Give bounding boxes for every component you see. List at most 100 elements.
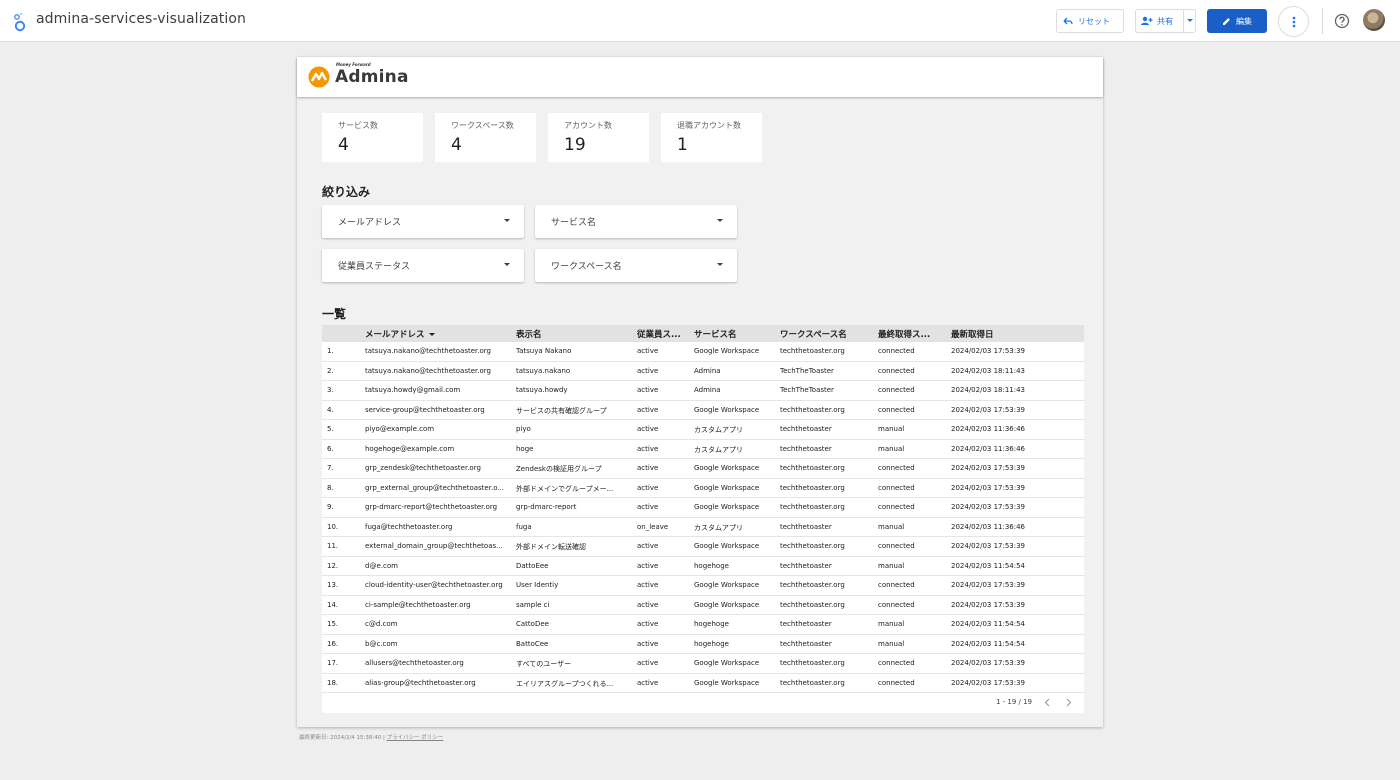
filter-workspace-name[interactable]: ワークスペース名 [535,249,737,282]
fetch-status-cell: connected [878,386,915,394]
column-header-service-name[interactable]: サービス名 [694,328,774,340]
next-page-button[interactable] [1062,695,1076,709]
email-cell: d@e.com [365,561,398,570]
table-row[interactable]: 5. piyo@example.com piyo active カスタムアプリ techt… [322,420,1084,440]
table-row[interactable]: 9. grp-dmarc-report@techthetoaster.org grp… [322,498,1084,518]
looker-studio-logo-icon[interactable] [12,12,28,32]
table-row[interactable]: 4. service-group@techthetoaster.org サービスの共… [322,401,1084,420]
display-name-cell: hoge [516,444,534,453]
service-name-cell: Google Workspace [694,405,760,414]
sort-desc-icon [428,333,435,336]
column-header-email[interactable]: メールアドレス [365,328,505,340]
report-header: Money Forward Admina [297,57,1103,97]
share-button[interactable]: 共有 [1135,9,1196,33]
dropdown-caret-icon [504,219,510,222]
filter-section-title: 絞り込み [322,185,371,199]
employee-status-cell: active [637,483,659,492]
workspace-name-cell: techthetoaster.org [780,405,845,414]
reset-label: リセット [1078,16,1110,26]
admina-logo-icon [308,66,330,88]
table-row[interactable]: 13. cloud-identity-user@techthetoaster.or… [322,576,1084,596]
email-cell: b@c.com [365,639,398,648]
table-row[interactable]: 11. external_domain_group@techthetoas... 外… [322,537,1084,557]
account-avatar[interactable] [1363,9,1385,31]
service-name-cell: Google Workspace [694,483,760,492]
table-row[interactable]: 1. tatsuya.nakano@techthetoaster.org Tatsu… [322,342,1084,362]
fetch-date-cell: 2024/02/03 11:36:46 [951,444,1026,453]
service-name-cell: Google Workspace [694,347,760,355]
table-row[interactable]: 10. fuga@techthetoaster.org fuga on_leave カス… [322,518,1084,537]
workspace-name-cell: TechTheToaster [780,386,834,394]
column-header-last-fetch-status[interactable]: 最終取得ス... [878,328,944,340]
reset-button[interactable]: リセット [1056,9,1124,33]
table-row[interactable]: 6. hogehoge@example.com hoge active カスタムアプリ t… [322,440,1084,459]
row-number: 9. [327,503,334,511]
display-name-cell: サービスの共有確認グループ [516,406,607,415]
workspace-name-cell: techthetoaster.org [780,600,845,609]
table-row[interactable]: 12. d@e.com DattoEee active hogehoge techthet… [322,557,1084,576]
row-number: 17. [327,659,339,667]
display-name-cell: fuga [516,522,532,531]
fetch-status-cell: connected [878,405,915,414]
help-icon[interactable] [1334,13,1350,29]
email-cell: alias-group@techthetoaster.org [365,678,476,687]
display-name-cell: DattoEee [516,561,549,570]
filter-employee-status[interactable]: 従業員ステータス [322,249,524,282]
table-row[interactable]: 2. tatsuya.nakano@techthetoaster.org tatsu… [322,362,1084,381]
chevron-left-icon [1044,698,1050,706]
dropdown-caret-icon [717,263,723,266]
table-row[interactable]: 15. c@d.com CattoDee active hogehoge techthet… [322,615,1084,635]
filter-service-name[interactable]: サービス名 [535,205,737,238]
display-name-cell: エイリアスグループつくれる... [516,679,614,688]
table-row[interactable]: 7. grp_zendesk@techthetoaster.org Zendeskの… [322,459,1084,479]
filter-email[interactable]: メールアドレス [322,205,524,238]
filter-label: ワークスペース名 [551,262,622,272]
fetch-status-cell: connected [878,464,915,472]
row-number: 8. [327,483,334,492]
last-updated-text: 最終更新日: 2024/2/4 15:38:40 [299,735,382,741]
table-row[interactable]: 3. tatsuya.howdy@gmail.com tatsuya.howdy ac… [322,381,1084,401]
fetch-status-cell: connected [878,542,915,550]
service-name-cell: Google Workspace [694,581,760,589]
fetch-date-cell: 2024/02/03 11:36:46 [951,425,1026,433]
fetch-date-cell: 2024/02/03 17:53:39 [951,503,1026,511]
display-name-cell: sample ci [516,600,550,609]
workspace-name-cell: techthetoaster [780,425,832,433]
table-row[interactable]: 16. b@c.com BattoCee active hogehoge techthet… [322,635,1084,654]
column-header-display-name[interactable]: 表示名 [516,328,628,340]
fetch-status-cell: manual [878,444,905,453]
table-row[interactable]: 17. allusers@techthetoaster.org すべてのユーザー ac… [322,654,1084,674]
filter-label: サービス名 [551,218,597,228]
table-row[interactable]: 18. alias-group@techthetoaster.org エイリアスグル… [322,674,1084,693]
prev-page-button[interactable] [1040,695,1054,709]
workspace-name-cell: TechTheToaster [780,366,834,375]
table-row[interactable]: 14. ci-sample@techthetoaster.org sample ci… [322,596,1084,615]
email-cell: piyo@example.com [365,425,435,433]
service-name-cell: Google Workspace [694,464,760,472]
column-header-employee-status[interactable]: 従業員ス... [637,328,689,340]
more-options-button[interactable] [1278,6,1309,37]
table-row[interactable]: 8. grp_external_group@techthetoaster.o...… [322,479,1084,498]
fetch-date-cell: 2024/02/03 17:53:39 [951,464,1026,472]
service-name-cell: カスタムアプリ [694,426,743,434]
fetch-date-cell: 2024/02/03 11:54:54 [951,620,1026,628]
employee-status-cell: active [637,620,659,628]
employee-status-cell: active [637,581,659,589]
fetch-date-cell: 2024/02/03 18:11:43 [951,386,1026,394]
workspace-name-cell: techthetoaster.org [780,542,845,550]
service-name-cell: hogehoge [694,620,729,628]
report-title[interactable]: admina-services-visualization [36,11,246,27]
share-label: 共有 [1157,16,1173,26]
privacy-policy-link[interactable]: プライバシー ポリシー [387,735,444,741]
fetch-status-cell: connected [878,600,915,609]
undo-icon [1063,17,1073,25]
filter-label: メールアドレス [338,218,402,228]
email-cell: tatsuya.nakano@techthetoaster.org [365,347,491,355]
edit-button[interactable]: 編集 [1207,9,1267,33]
email-cell: grp_zendesk@techthetoaster.org [365,464,481,472]
row-number: 13. [327,581,339,589]
column-header-last-fetch-date[interactable]: 最新取得日 [951,328,1051,340]
share-dropdown-icon[interactable] [1187,19,1193,23]
fetch-date-cell: 2024/02/03 11:36:46 [951,522,1026,531]
column-header-workspace-name[interactable]: ワークスペース名 [780,328,872,340]
